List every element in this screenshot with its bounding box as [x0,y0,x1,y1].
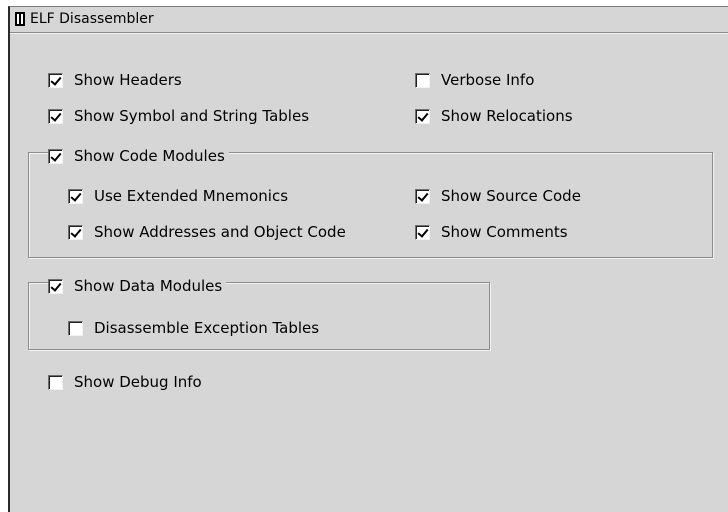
checkbox-box[interactable] [415,72,430,88]
checkbox-box[interactable] [48,72,63,88]
checkbox-box[interactable] [48,108,63,124]
checkbox-box[interactable] [415,188,430,204]
checkbox-box[interactable] [415,224,430,240]
checkbox-label: Show Addresses and Object Code [94,223,346,241]
checkbox-label: Show Source Code [441,187,581,205]
checkbox-label: Show Debug Info [74,373,202,391]
checkbox-box[interactable] [68,320,83,336]
show-code-modules-checkbox[interactable]: Show Code Modules [48,145,229,167]
checkbox-label: Verbose Info [441,71,535,89]
window-title: ELF Disassembler [30,11,154,27]
show-comments-checkbox[interactable]: Show Comments [415,221,568,243]
checkbox-box[interactable] [415,108,430,124]
show-source-code-checkbox[interactable]: Show Source Code [415,185,581,207]
checkbox-label: Show Comments [441,223,568,241]
checkbox-box[interactable] [48,278,63,294]
checkbox-box[interactable] [68,224,83,240]
show-addresses-object-code-checkbox[interactable]: Show Addresses and Object Code [68,221,346,243]
checkbox-label: Show Data Modules [74,277,223,295]
elf-disassembler-panel: ELF Disassembler Show Headers Verbose In… [8,6,728,512]
window-frame: ELF Disassembler Show Headers Verbose In… [0,0,728,512]
show-debug-info-checkbox[interactable]: Show Debug Info [48,371,202,393]
checkbox-label: Disassemble Exception Tables [94,319,320,337]
checkbox-box[interactable] [48,148,63,164]
checkbox-label: Show Headers [74,71,182,89]
checkbox-label: Use Extended Mnemonics [94,187,289,205]
app-icon [15,12,25,26]
show-data-modules-checkbox[interactable]: Show Data Modules [48,275,227,297]
show-headers-checkbox[interactable]: Show Headers [48,69,182,91]
checkbox-label: Show Relocations [441,107,573,125]
title-bar: ELF Disassembler [10,7,728,33]
verbose-info-checkbox[interactable]: Verbose Info [415,69,534,91]
use-extended-mnemonics-checkbox[interactable]: Use Extended Mnemonics [68,185,288,207]
checkbox-box[interactable] [48,374,63,390]
show-relocations-checkbox[interactable]: Show Relocations [415,105,573,127]
disassemble-exception-tables-checkbox[interactable]: Disassemble Exception Tables [68,317,319,339]
show-symbol-string-tables-checkbox[interactable]: Show Symbol and String Tables [48,105,309,127]
checkbox-box[interactable] [68,188,83,204]
checkbox-label: Show Symbol and String Tables [74,107,310,125]
checkbox-label: Show Code Modules [74,147,225,165]
